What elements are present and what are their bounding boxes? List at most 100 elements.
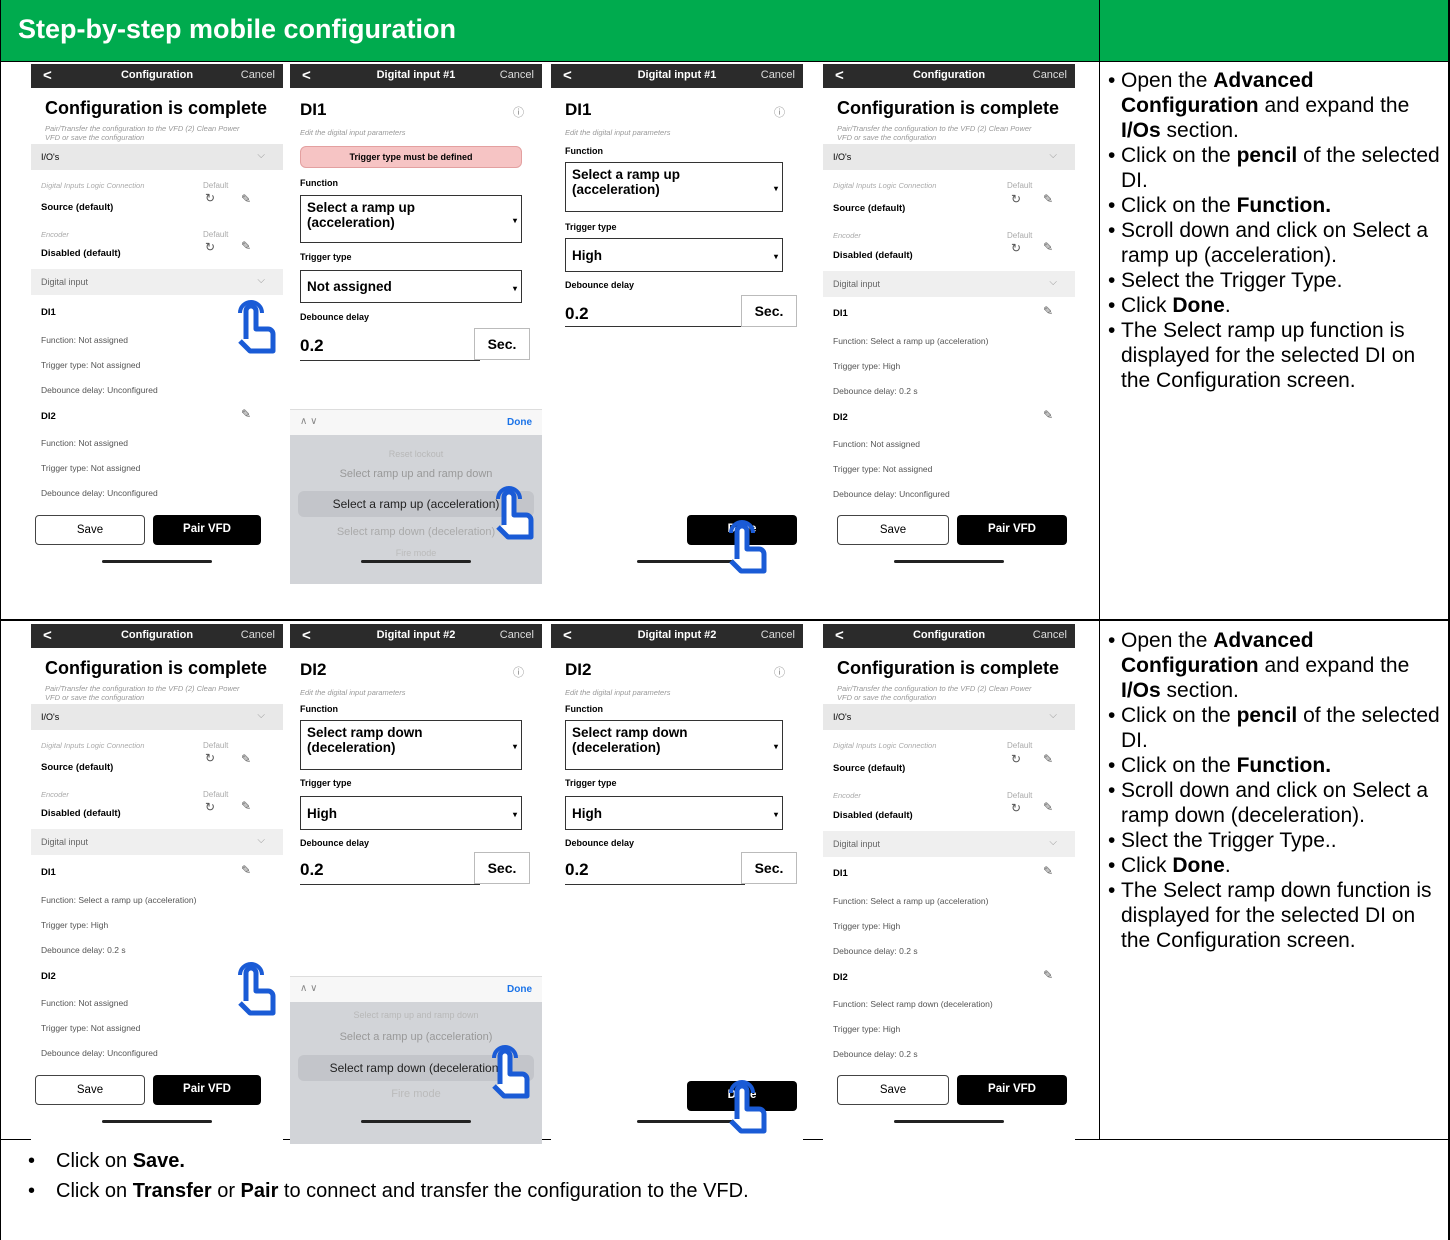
picker-item[interactable]: Select ramp up and ramp down [290,468,542,480]
pencil-icon[interactable]: ✎ [241,192,251,206]
help-icon[interactable]: ⓘ [513,664,524,680]
phone-di2-done: < Digital input #2 Cancel DI2 ⓘ Edit the d… [551,624,803,1144]
reset-icon[interactable]: ↻ [205,240,215,254]
help-icon[interactable]: ⓘ [513,104,524,120]
section-ios[interactable]: I/O's ⌵ [31,144,283,170]
di2-function: Function: Select ramp down (deceleration… [833,999,993,1009]
pair-vfd-button[interactable]: Pair VFD [153,1075,261,1105]
cancel-button[interactable]: Cancel [1033,69,1067,81]
function-select[interactable]: Select a ramp up (acceleration) ▾ [565,162,783,212]
cancel-button[interactable]: Cancel [761,629,795,641]
cancel-button[interactable]: Cancel [241,629,275,641]
reset-icon[interactable]: ↻ [1011,801,1021,815]
header-bar: Step-by-step mobile configuration [0,0,1450,61]
complete-title: Configuration is complete [837,98,1060,118]
pencil-icon[interactable]: ✎ [1043,192,1053,206]
chevron-down-icon: ⌵ [1049,710,1057,721]
picker-item[interactable]: Select a ramp up (acceleration) [290,1031,542,1043]
cancel-button[interactable]: Cancel [241,69,275,81]
picker-item[interactable]: Fire mode [290,548,542,558]
picker-toolbar: ∧ ∨ Done [290,409,542,435]
section-digital-input[interactable]: Digital input ⌵ [823,271,1075,297]
reset-icon[interactable]: ↻ [205,800,215,814]
trigger-select[interactable]: High ▾ [565,796,783,830]
pencil-icon[interactable]: ✎ [1043,752,1053,766]
pencil-icon[interactable]: ✎ [1043,864,1053,878]
section-digital-input[interactable]: Digital input ⌵ [31,829,283,855]
pencil-icon[interactable]: ✎ [1043,968,1053,982]
di2-trigger: Trigger type: Not assigned [41,1023,141,1033]
function-label: Function [300,704,338,714]
section-ios[interactable]: I/O's ⌵ [31,704,283,730]
chevron-up-down-icon[interactable]: ∧ ∨ [300,983,317,994]
reset-icon[interactable]: ↻ [1011,192,1021,206]
cancel-button[interactable]: Cancel [500,69,534,81]
cancel-button[interactable]: Cancel [500,629,534,641]
pencil-icon[interactable]: ✎ [1043,408,1053,422]
pencil-icon[interactable]: ✎ [241,752,251,766]
di1-function: Function: Select a ramp up (acceleration… [833,336,989,346]
cancel-button[interactable]: Cancel [761,69,795,81]
reset-icon[interactable]: ↻ [1011,241,1021,255]
home-indicator [894,560,1004,563]
reset-icon[interactable]: ↻ [205,191,215,205]
help-icon[interactable]: ⓘ [774,104,785,120]
pair-vfd-button[interactable]: Pair VFD [957,515,1067,545]
section-ios[interactable]: I/O's ⌵ [823,704,1075,730]
section-digital-input[interactable]: Digital input ⌵ [823,831,1075,857]
reset-icon[interactable]: ↻ [205,751,215,765]
picker-item[interactable]: Select ramp up and ramp down [290,1010,542,1020]
save-button[interactable]: Save [837,1075,949,1105]
hand-pointer-icon [492,1045,530,1099]
footer-item: Click on Transfer or Pair to connect and… [28,1176,1428,1206]
pencil-icon[interactable]: ✎ [241,799,251,813]
trigger-select[interactable]: Not assigned ▾ [300,270,522,303]
pencil-icon[interactable]: ✎ [1043,240,1053,254]
function-select[interactable]: Select ramp down (deceleration) ▾ [300,720,522,770]
section-digital-input[interactable]: Digital input ⌵ [31,269,283,295]
field-caption: Digital Inputs Logic Connection [41,741,145,750]
phone-config-screen-2: < Configuration Cancel Configuration is co… [31,624,283,1144]
function-label: Function [565,704,603,714]
save-button[interactable]: Save [35,515,145,545]
pencil-icon[interactable]: ✎ [241,863,251,877]
complete-sub: Pair/Transfer the configuration to the V… [837,124,1032,133]
trigger-select[interactable]: High ▾ [565,238,783,272]
function-select[interactable]: Select a ramp up (acceleration) ▾ [300,195,522,243]
function-select[interactable]: Select ramp down (deceleration) ▾ [565,720,783,770]
complete-title: Configuration is complete [45,658,268,678]
save-button[interactable]: Save [35,1075,145,1105]
footer-item: Click on Save. [28,1146,1428,1176]
di1-debounce: Debounce delay: 0.2 s [833,386,918,396]
pair-vfd-button[interactable]: Pair VFD [957,1075,1067,1105]
table-divider [0,61,1450,62]
trigger-select[interactable]: High ▾ [300,796,522,830]
di2-trigger: Trigger type: High [833,1024,901,1034]
picker-done-button[interactable]: Done [507,417,532,428]
help-icon[interactable]: ⓘ [774,664,785,680]
complete-sub: VFD or save the configuration [45,693,145,702]
pair-vfd-button[interactable]: Pair VFD [153,515,261,545]
instruction-item: The Select ramp down function is display… [1108,878,1448,953]
pencil-icon[interactable]: ✎ [1043,800,1053,814]
picker-item[interactable]: Reset lockout [290,449,542,459]
debounce-value[interactable]: 0.2 [565,304,589,324]
edit-subtitle: Edit the digital input parameters [300,688,406,697]
save-button[interactable]: Save [837,515,949,545]
pencil-icon[interactable]: ✎ [241,239,251,253]
reset-icon[interactable]: ↻ [1011,752,1021,766]
instruction-item: Click Done. [1108,293,1448,318]
debounce-value[interactable]: 0.2 [300,336,324,356]
debounce-value[interactable]: 0.2 [565,860,589,880]
cancel-button[interactable]: Cancel [1033,629,1067,641]
di2-function: Function: Not assigned [41,438,128,448]
pencil-icon[interactable]: ✎ [241,407,251,421]
complete-sub: VFD or save the configuration [45,133,145,142]
section-ios[interactable]: I/O's ⌵ [823,144,1075,170]
picker-done-button[interactable]: Done [507,984,532,995]
field-caption: Digital Inputs Logic Connection [833,181,937,190]
debounce-value[interactable]: 0.2 [300,860,324,880]
chevron-up-down-icon[interactable]: ∧ ∨ [300,416,317,427]
field-caption: Digital Inputs Logic Connection [833,741,937,750]
pencil-icon[interactable]: ✎ [1043,304,1053,318]
